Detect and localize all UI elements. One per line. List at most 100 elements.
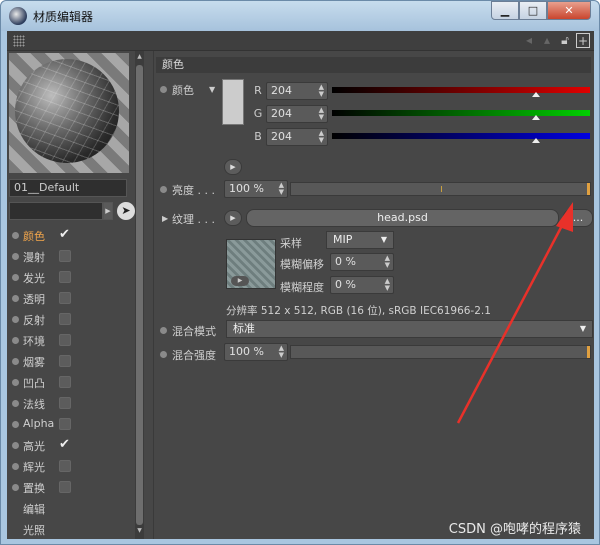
channel-checkbox[interactable]: [59, 460, 71, 472]
lock-icon[interactable]: 🔓︎: [558, 33, 572, 48]
channel-keyframe-dot[interactable]: [12, 484, 19, 491]
scroll-up-icon[interactable]: ▲: [135, 53, 144, 63]
channel-checkbox[interactable]: [59, 334, 71, 346]
channel-item[interactable]: 反射: [7, 309, 135, 330]
title-bar[interactable]: 材质编辑器 ▁ □ ✕: [1, 1, 599, 31]
channel-keyframe-dot[interactable]: [12, 253, 19, 260]
channel-keyframe-dot[interactable]: [12, 421, 19, 428]
texture-expand-icon[interactable]: ▶: [162, 214, 168, 223]
window-title: 材质编辑器: [33, 10, 94, 24]
maximize-button[interactable]: □: [519, 1, 547, 20]
channel-keyframe-dot[interactable]: [12, 232, 19, 239]
channel-checkbox[interactable]: [59, 250, 71, 262]
new-panel-icon[interactable]: +: [576, 33, 590, 48]
sidebar-scrollbar[interactable]: ▲ ▼: [135, 51, 144, 539]
channel-label: 漫射: [23, 251, 45, 264]
scrollbar-thumb[interactable]: [136, 65, 143, 525]
channel-label: 置换: [23, 482, 45, 495]
g-value-field[interactable]: 204 ▲ ▼: [266, 105, 328, 123]
channel-keyframe-dot[interactable]: [12, 316, 19, 323]
scroll-down-icon[interactable]: ▼: [135, 527, 144, 537]
channel-checkbox[interactable]: [59, 313, 71, 325]
channel-keyframe-dot[interactable]: [12, 442, 19, 449]
nav-back-icon[interactable]: ◂: [522, 33, 536, 48]
channel-label: 烟雾: [23, 356, 45, 369]
blend-strength-field[interactable]: 100 % ▲ ▼: [224, 343, 288, 361]
sampling-select[interactable]: MIP ▼: [326, 231, 394, 249]
texture-options-button[interactable]: ▶: [224, 210, 242, 226]
channel-checkbox[interactable]: [59, 271, 71, 283]
channel-item[interactable]: 颜色 ✔: [7, 225, 135, 246]
r-slider[interactable]: [332, 87, 590, 97]
color-expand-button[interactable]: ▶: [224, 159, 242, 175]
b-slider[interactable]: [332, 133, 590, 143]
channel-item[interactable]: 发光: [7, 267, 135, 288]
minimize-button[interactable]: ▁: [491, 1, 519, 20]
channel-item[interactable]: 置换: [7, 477, 135, 498]
material-preview[interactable]: [9, 53, 129, 173]
channel-item[interactable]: 辉光: [7, 456, 135, 477]
channel-item[interactable]: Alpha: [7, 414, 135, 435]
color-swatch[interactable]: [222, 79, 244, 125]
channel-item[interactable]: 透明: [7, 288, 135, 309]
channel-keyframe-dot[interactable]: [12, 337, 19, 344]
channel-keyframe-dot[interactable]: [12, 463, 19, 470]
color-mode-chevron-down-icon[interactable]: ▼: [209, 85, 215, 94]
cinema4d-app-icon: [9, 7, 27, 25]
channel-list: 颜色 ✔ 漫射发光 透明 反射 环境烟雾凹凸法线 Alpha 高光 ✔ 辉光置换编辑 光照: [7, 225, 135, 540]
texture-browse-button[interactable]: ...: [563, 209, 593, 227]
channel-checkbox-checked[interactable]: ✔: [59, 228, 71, 241]
channel-checkbox[interactable]: [59, 355, 71, 367]
blend-strength-slider[interactable]: [290, 345, 591, 359]
channel-item[interactable]: 漫射: [7, 246, 135, 267]
channel-item[interactable]: 烟雾: [7, 351, 135, 372]
r-value-field[interactable]: 204 ▲ ▼: [266, 82, 328, 100]
section-header: 颜色: [156, 57, 591, 73]
channel-item[interactable]: 编辑: [7, 498, 135, 519]
blend-mode-select[interactable]: 标准 ▼: [226, 320, 593, 338]
channel-keyframe-dot[interactable]: [12, 379, 19, 386]
channel-checkbox[interactable]: [59, 397, 71, 409]
channel-item[interactable]: 法线: [7, 393, 135, 414]
blend-strength-keyframe-dot[interactable]: [160, 351, 167, 358]
g-slider-knob[interactable]: [532, 115, 540, 120]
blur-scale-field[interactable]: 0 % ▲ ▼: [330, 276, 394, 294]
brightness-value-field[interactable]: 100 % ▲ ▼: [224, 180, 288, 198]
material-name-field[interactable]: 01__Default: [9, 179, 127, 197]
b-value-field[interactable]: 204 ▲ ▼: [266, 128, 328, 146]
channel-filter-arrow-icon[interactable]: ▶: [103, 202, 113, 220]
material-editor-window: 材质编辑器 ▁ □ ✕ ◂ ▴ 🔓︎ + 01__Default ▶ ➤ 颜色 …: [0, 0, 600, 545]
blur-offset-field[interactable]: 0 % ▲ ▼: [330, 253, 394, 271]
r-label: R: [254, 84, 262, 97]
brightness-slider[interactable]: [290, 182, 591, 196]
channel-checkbox[interactable]: [59, 418, 71, 430]
texture-file-field[interactable]: head.psd: [246, 209, 559, 227]
close-button[interactable]: ✕: [547, 1, 591, 20]
blend-mode-keyframe-dot[interactable]: [160, 327, 167, 334]
brightness-keyframe-dot[interactable]: [160, 186, 167, 193]
blend-mode-label: 混合模式: [172, 325, 216, 338]
channel-item[interactable]: 凹凸: [7, 372, 135, 393]
pointer-picker-icon[interactable]: ➤: [117, 202, 135, 220]
color-keyframe-dot[interactable]: [160, 86, 167, 93]
channel-checkbox[interactable]: [59, 292, 71, 304]
nav-up-icon[interactable]: ▴: [540, 33, 554, 48]
channel-checkbox[interactable]: [59, 481, 71, 493]
channel-item[interactable]: 高光 ✔: [7, 435, 135, 456]
g-slider[interactable]: [332, 110, 590, 120]
channel-checkbox[interactable]: [59, 376, 71, 388]
r-slider-knob[interactable]: [532, 92, 540, 97]
channel-label: 凹凸: [23, 377, 45, 390]
channel-checkbox-checked[interactable]: ✔: [59, 438, 71, 451]
channel-keyframe-dot[interactable]: [12, 295, 19, 302]
thumbnail-play-icon[interactable]: ▶: [231, 276, 249, 286]
b-slider-knob[interactable]: [532, 138, 540, 143]
channel-keyframe-dot[interactable]: [12, 274, 19, 281]
panel-grip-icon[interactable]: [13, 35, 25, 47]
texture-thumbnail[interactable]: ▶: [226, 239, 276, 289]
channel-keyframe-dot[interactable]: [12, 358, 19, 365]
channel-keyframe-dot[interactable]: [12, 400, 19, 407]
channel-item[interactable]: 光照: [7, 519, 135, 540]
channel-filter-field[interactable]: [9, 202, 103, 220]
channel-item[interactable]: 环境: [7, 330, 135, 351]
